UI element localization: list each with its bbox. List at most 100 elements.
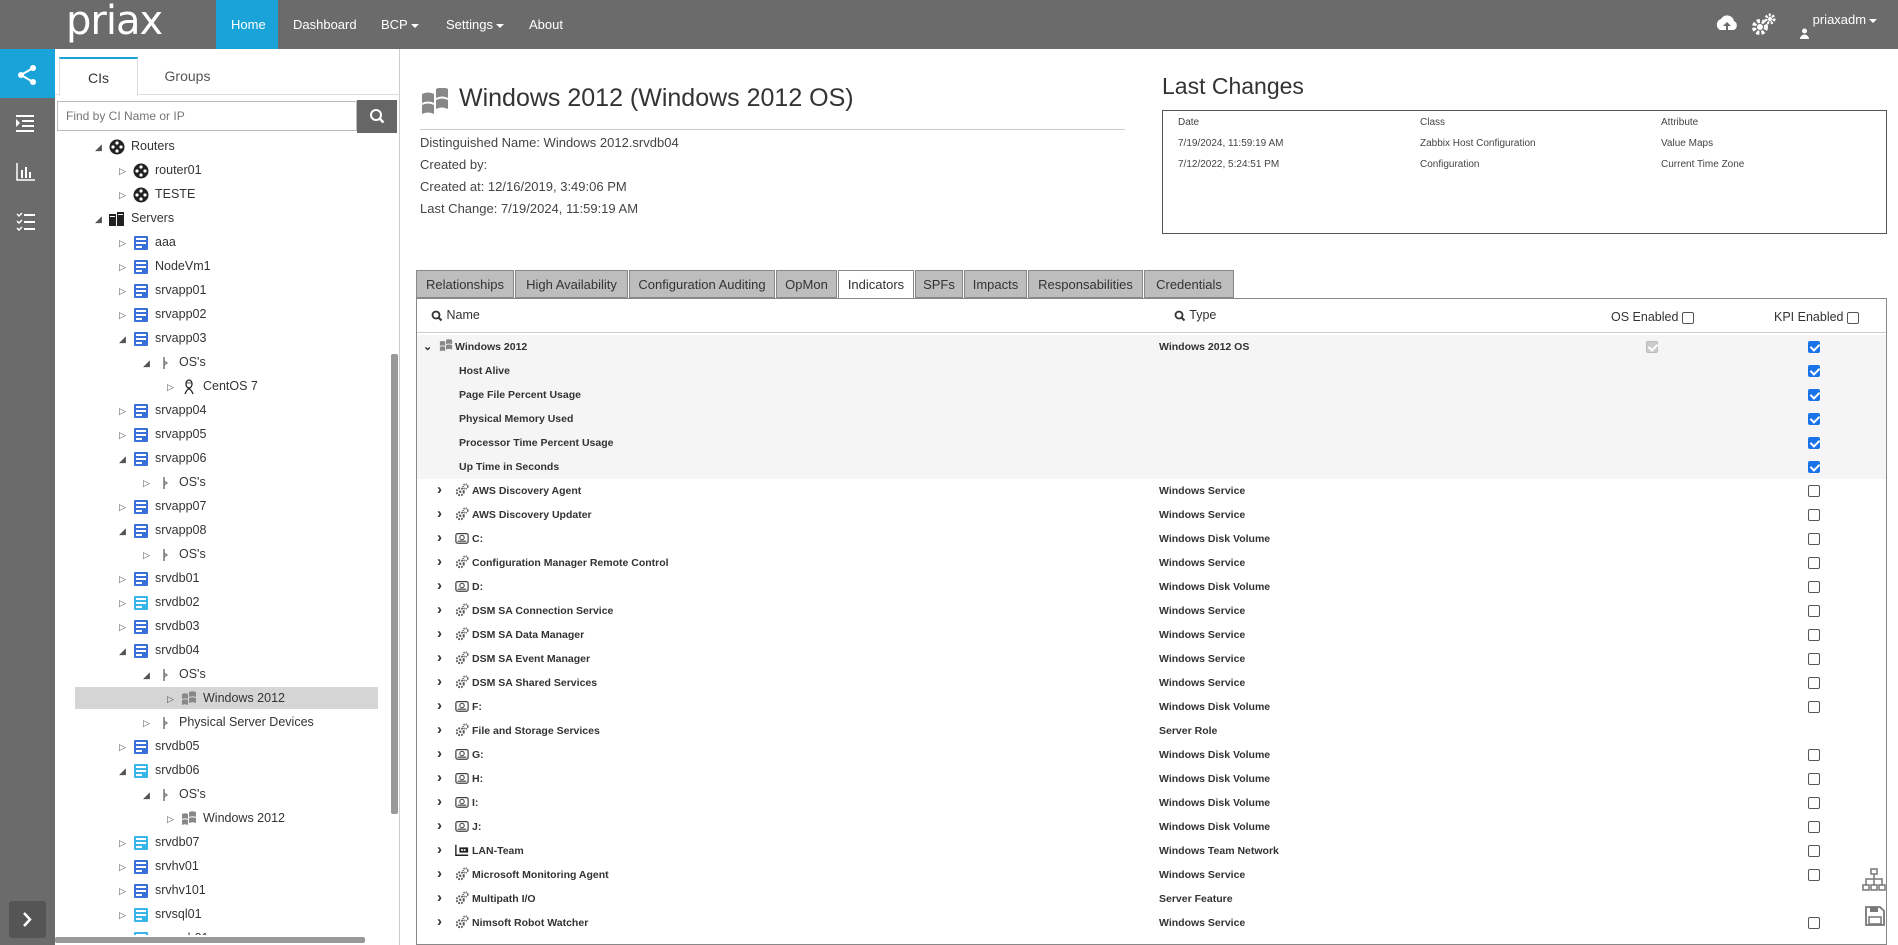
chevron-right-icon[interactable]: › xyxy=(437,745,442,762)
tab-impacts[interactable]: Impacts xyxy=(964,270,1027,298)
tree-node[interactable]: ◢ srvapp08 xyxy=(119,519,206,541)
chevron-right-icon[interactable]: › xyxy=(437,529,442,546)
caret-right-icon[interactable]: ▷ xyxy=(119,592,133,614)
tree-horizontal-scrollbar[interactable] xyxy=(55,937,365,943)
kpi-enabled-all-checkbox[interactable] xyxy=(1846,311,1859,324)
tab-groups[interactable]: Groups xyxy=(138,57,237,95)
caret-right-icon[interactable]: ▷ xyxy=(119,256,133,278)
tree-node[interactable]: ▷ srvapp01 xyxy=(119,279,206,301)
gears-icon[interactable] xyxy=(1750,10,1778,38)
kpi-enabled-checkbox[interactable] xyxy=(1808,653,1820,665)
table-row[interactable]: › DSM SA Event Manager Windows Service xyxy=(417,647,1886,671)
chevron-down-icon[interactable]: ⌄ xyxy=(423,340,432,353)
kpi-enabled-checkbox[interactable] xyxy=(1808,509,1820,521)
expand-panel-button[interactable] xyxy=(9,901,46,938)
tree-node[interactable]: ▷ Windows 2012 xyxy=(167,807,285,829)
caret-down-icon[interactable]: ◢ xyxy=(119,928,133,935)
caret-down-icon[interactable]: ◢ xyxy=(95,208,109,230)
kpi-enabled-checkbox[interactable] xyxy=(1808,485,1820,497)
kpi-enabled-checkbox[interactable] xyxy=(1808,629,1820,641)
table-row[interactable]: › F: Windows Disk Volume xyxy=(417,695,1886,719)
kpi-enabled-checkbox[interactable] xyxy=(1808,461,1820,473)
tree-node[interactable]: ▷ OS's xyxy=(143,471,206,493)
table-row[interactable]: › DSM SA Data Manager Windows Service xyxy=(417,623,1886,647)
tree-node[interactable]: ▷ OS's xyxy=(143,543,206,565)
tree-node[interactable]: ▷ CentOS 7 xyxy=(167,375,258,397)
os-enabled-all-checkbox[interactable] xyxy=(1681,311,1694,324)
kpi-enabled-checkbox[interactable] xyxy=(1808,821,1820,833)
tree-node[interactable]: ▷ Physical Server Devices xyxy=(143,711,314,733)
hierarchy-icon[interactable] xyxy=(1862,868,1886,892)
caret-right-icon[interactable]: ▷ xyxy=(119,496,133,518)
chevron-right-icon[interactable]: › xyxy=(437,697,442,714)
kpi-enabled-checkbox[interactable] xyxy=(1808,845,1820,857)
chevron-right-icon[interactable]: › xyxy=(437,721,442,738)
caret-right-icon[interactable]: ▷ xyxy=(167,688,181,710)
kpi-enabled-checkbox[interactable] xyxy=(1808,533,1820,545)
tree-node[interactable]: ▷ srvdb05 xyxy=(119,735,199,757)
caret-right-icon[interactable]: ▷ xyxy=(167,808,181,830)
caret-down-icon[interactable]: ◢ xyxy=(143,352,157,374)
kpi-enabled-checkbox[interactable] xyxy=(1808,557,1820,569)
indicator-row[interactable]: Page File Percent Usage xyxy=(417,383,1886,407)
kpi-enabled-checkbox[interactable] xyxy=(1808,701,1820,713)
caret-right-icon[interactable]: ▷ xyxy=(119,424,133,446)
tab-credentials[interactable]: Credentials xyxy=(1144,270,1234,298)
chevron-right-icon[interactable]: › xyxy=(437,793,442,810)
table-row[interactable]: › AWS Discovery Updater Windows Service xyxy=(417,503,1886,527)
ci-search-button[interactable] xyxy=(357,100,397,133)
table-row[interactable]: › File and Storage Services Server Role xyxy=(417,719,1886,743)
tab-high-availability[interactable]: High Availability xyxy=(515,270,628,298)
caret-right-icon[interactable]: ▷ xyxy=(119,400,133,422)
kpi-enabled-checkbox[interactable] xyxy=(1808,389,1820,401)
kpi-enabled-checkbox[interactable] xyxy=(1808,773,1820,785)
nav-about[interactable]: About xyxy=(514,0,578,49)
tree-node[interactable]: ◢ Routers xyxy=(95,135,175,157)
caret-right-icon[interactable]: ▷ xyxy=(143,712,157,734)
chevron-right-icon[interactable]: › xyxy=(437,673,442,690)
table-row[interactable]: › AWS Discovery Agent Windows Service xyxy=(417,479,1886,503)
tree-node[interactable]: ▷ srvapp05 xyxy=(119,423,206,445)
chevron-right-icon[interactable]: › xyxy=(437,625,442,642)
kpi-enabled-checkbox[interactable] xyxy=(1808,677,1820,689)
kpi-enabled-checkbox[interactable] xyxy=(1808,749,1820,761)
tree-node[interactable]: ▷ srvdb03 xyxy=(119,615,199,637)
caret-down-icon[interactable]: ◢ xyxy=(119,760,133,782)
table-row[interactable]: › C: Windows Disk Volume xyxy=(417,527,1886,551)
caret-right-icon[interactable]: ▷ xyxy=(119,280,133,302)
os-enabled-checkbox[interactable] xyxy=(1646,341,1658,353)
caret-right-icon[interactable]: ▷ xyxy=(119,232,133,254)
tree-node[interactable]: ▷ router01 xyxy=(119,159,202,181)
tree-node[interactable]: ▷ srvsql01 xyxy=(119,903,202,925)
tree-node[interactable]: ▷ srvdb01 xyxy=(119,567,199,589)
caret-down-icon[interactable]: ◢ xyxy=(119,328,133,350)
tree-node[interactable]: ▷ srvdb07 xyxy=(119,831,199,853)
grid-header-name[interactable]: Name xyxy=(431,308,480,322)
grid-header-type[interactable]: Type xyxy=(1174,308,1216,322)
tree-node[interactable]: ◢ OS's xyxy=(143,663,206,685)
table-row[interactable]: › DSM SA Shared Services Windows Service xyxy=(417,671,1886,695)
rail-checklist-button[interactable] xyxy=(0,196,55,245)
caret-right-icon[interactable]: ▷ xyxy=(119,880,133,902)
tree-node[interactable]: ▷ aaa xyxy=(119,231,176,253)
tree-vertical-scrollbar[interactable] xyxy=(391,354,398,814)
nav-dashboard[interactable]: Dashboard xyxy=(278,0,372,49)
caret-right-icon[interactable]: ▷ xyxy=(119,568,133,590)
tree-node[interactable]: ▷ srvhv101 xyxy=(119,879,206,901)
rail-list-button[interactable] xyxy=(0,98,55,147)
table-row[interactable]: › G: Windows Disk Volume xyxy=(417,743,1886,767)
tab-cis[interactable]: CIs xyxy=(59,57,138,96)
caret-right-icon[interactable]: ▷ xyxy=(119,832,133,854)
caret-right-icon[interactable]: ▷ xyxy=(119,160,133,182)
caret-right-icon[interactable]: ▷ xyxy=(143,544,157,566)
indicator-row[interactable]: Physical Memory Used xyxy=(417,407,1886,431)
caret-down-icon[interactable]: ◢ xyxy=(119,448,133,470)
chevron-right-icon[interactable]: › xyxy=(437,481,442,498)
tab-relationships[interactable]: Relationships xyxy=(416,270,514,298)
kpi-enabled-checkbox[interactable] xyxy=(1808,581,1820,593)
chevron-right-icon[interactable]: › xyxy=(437,865,442,882)
kpi-enabled-checkbox[interactable] xyxy=(1808,341,1820,353)
tree-node[interactable]: ◢ OS's xyxy=(143,783,206,805)
user-menu[interactable]: priaxadm xyxy=(1800,0,1878,40)
save-icon[interactable] xyxy=(1864,905,1886,927)
